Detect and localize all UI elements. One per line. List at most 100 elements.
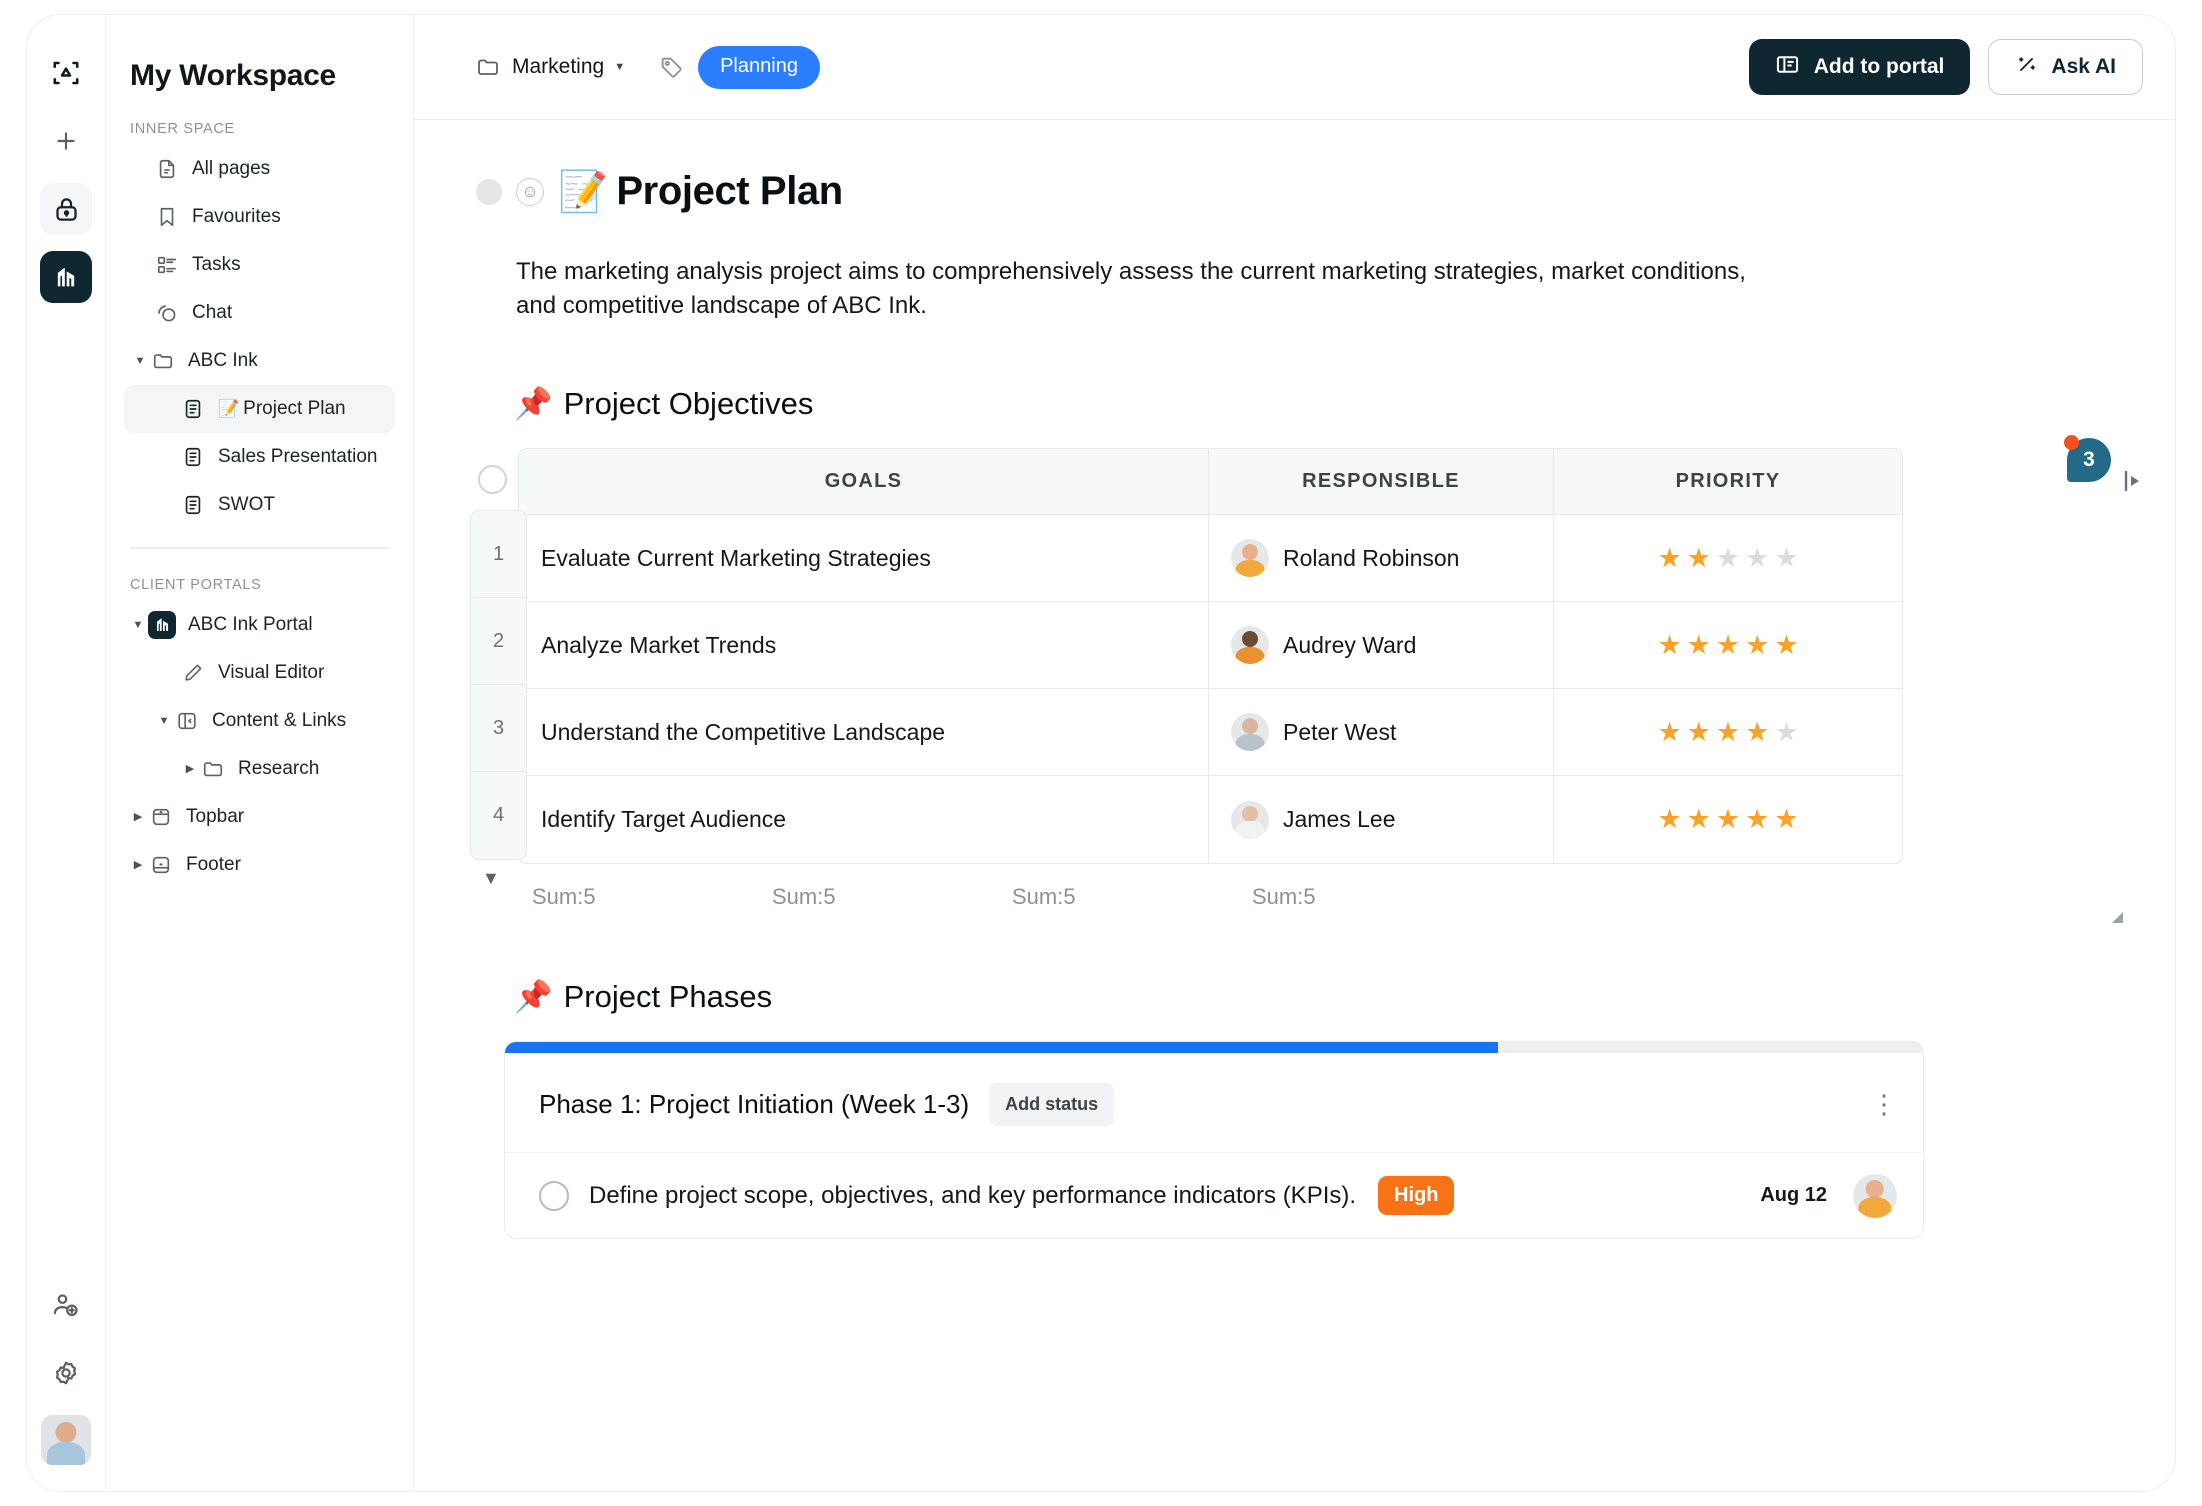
- cell-responsible[interactable]: James Lee: [1209, 776, 1554, 863]
- avatar[interactable]: [1853, 1174, 1897, 1218]
- cell-priority[interactable]: ★★★★★: [1554, 602, 1902, 689]
- cell-goal[interactable]: Evaluate Current Marketing Strategies: [519, 515, 1209, 602]
- star-icon[interactable]: ★: [1745, 543, 1769, 574]
- sidebar-item-research[interactable]: ▶ Research: [124, 745, 395, 793]
- star-icon[interactable]: ★: [1774, 543, 1798, 574]
- avatar[interactable]: [41, 1415, 91, 1465]
- star-icon[interactable]: ★: [1657, 804, 1681, 835]
- star-icon[interactable]: ★: [1657, 717, 1681, 748]
- sidebar-item-tasks[interactable]: Tasks: [124, 241, 395, 289]
- star-rating[interactable]: ★★★★★: [1576, 717, 1880, 748]
- cell-priority[interactable]: ★★★★★: [1554, 689, 1902, 776]
- table-row[interactable]: Identify Target Audience James Lee ★★★★★: [519, 776, 1902, 863]
- sidebar-item-abc-ink-portal[interactable]: ▼ ABC Ink Portal: [124, 601, 395, 649]
- cell-responsible[interactable]: Audrey Ward: [1209, 602, 1554, 689]
- star-icon[interactable]: ★: [1716, 630, 1740, 661]
- sidebar-item-abc-ink[interactable]: ▼ ABC Ink: [124, 337, 395, 385]
- row-number[interactable]: 1: [471, 511, 526, 598]
- summary-cell[interactable]: Sum:5: [532, 884, 772, 910]
- star-icon[interactable]: ★: [1745, 630, 1769, 661]
- star-icon[interactable]: ★: [1687, 630, 1711, 661]
- star-icon[interactable]: ★: [1657, 543, 1681, 574]
- emoji-picker-icon[interactable]: ☺: [516, 178, 544, 206]
- more-options-icon[interactable]: ⋮: [1871, 1099, 1897, 1111]
- table-row[interactable]: Evaluate Current Marketing Strategies Ro…: [519, 515, 1902, 602]
- star-icon[interactable]: ★: [1774, 717, 1798, 748]
- sidebar-item-content-links[interactable]: ▼ Content & Links: [124, 697, 395, 745]
- chevron-down-icon[interactable]: ▼: [130, 355, 150, 367]
- doc-icon: [180, 444, 206, 470]
- priority-chip[interactable]: High: [1378, 1176, 1454, 1215]
- chevron-down-icon[interactable]: ▼: [154, 715, 174, 727]
- add-column-icon[interactable]: [2123, 468, 2145, 494]
- add-icon[interactable]: [40, 115, 92, 167]
- ask-ai-button[interactable]: Ask AI: [1988, 39, 2143, 95]
- column-header-goals[interactable]: GOALS: [519, 449, 1209, 515]
- panel-icon: [174, 708, 200, 734]
- breadcrumb[interactable]: Marketing ▼: [476, 55, 625, 79]
- sidebar-item-swot[interactable]: SWOT: [124, 481, 395, 529]
- cell-responsible[interactable]: Peter West: [1209, 689, 1554, 776]
- task-row[interactable]: Define project scope, objectives, and ke…: [505, 1152, 1923, 1238]
- star-icon[interactable]: ★: [1716, 543, 1740, 574]
- logo-icon[interactable]: [40, 47, 92, 99]
- chevron-down-icon[interactable]: ▼: [614, 61, 625, 73]
- add-status-button[interactable]: Add status: [989, 1083, 1114, 1126]
- star-icon[interactable]: ★: [1774, 630, 1798, 661]
- star-icon[interactable]: ★: [1687, 717, 1711, 748]
- star-icon[interactable]: ★: [1774, 804, 1798, 835]
- summary-cell[interactable]: Sum:5: [1012, 884, 1252, 910]
- chevron-right-icon[interactable]: ▶: [128, 858, 148, 871]
- task-checkbox[interactable]: [539, 1181, 569, 1211]
- star-rating[interactable]: ★★★★★: [1576, 630, 1880, 661]
- lock-icon[interactable]: [40, 183, 92, 235]
- sidebar-item-label: Tasks: [192, 254, 241, 276]
- sidebar-item-visual-editor[interactable]: Visual Editor: [124, 649, 395, 697]
- chevron-down-icon[interactable]: ▼: [128, 619, 148, 631]
- cell-priority[interactable]: ★★★★★: [1554, 515, 1902, 602]
- cell-priority[interactable]: ★★★★★: [1554, 776, 1902, 863]
- gear-icon[interactable]: [40, 1347, 92, 1399]
- sidebar-item-project-plan[interactable]: 📝Project Plan: [124, 385, 395, 433]
- row-number[interactable]: 3: [471, 685, 526, 772]
- row-number[interactable]: 2: [471, 598, 526, 685]
- task-due-date[interactable]: Aug 12: [1760, 1184, 1827, 1207]
- chevron-right-icon[interactable]: ▶: [128, 810, 148, 823]
- cell-goal[interactable]: Identify Target Audience: [519, 776, 1209, 863]
- sidebar-item-topbar[interactable]: ▶ Topbar: [124, 793, 395, 841]
- table-resize-handle[interactable]: [2107, 907, 2127, 932]
- collapse-rows-icon[interactable]: ▼: [482, 868, 500, 889]
- star-icon[interactable]: ★: [1657, 630, 1681, 661]
- sidebar-item-all-pages[interactable]: All pages: [124, 145, 395, 193]
- cell-goal[interactable]: Analyze Market Trends: [519, 602, 1209, 689]
- sidebar-item-favourites[interactable]: Favourites: [124, 193, 395, 241]
- cell-goal[interactable]: Understand the Competitive Landscape: [519, 689, 1209, 776]
- cell-responsible[interactable]: Roland Robinson: [1209, 515, 1554, 602]
- star-icon[interactable]: ★: [1716, 804, 1740, 835]
- client-portals-list: ▼ ABC Ink Portal Visual Editor ▼ Content…: [124, 601, 395, 889]
- summary-cell[interactable]: Sum:5: [1252, 884, 1492, 910]
- column-header-priority[interactable]: PRIORITY: [1554, 449, 1902, 515]
- star-icon[interactable]: ★: [1687, 543, 1711, 574]
- invite-user-icon[interactable]: [40, 1279, 92, 1331]
- star-icon[interactable]: ★: [1716, 717, 1740, 748]
- summary-cell[interactable]: Sum:5: [772, 884, 1012, 910]
- drag-handle-dot[interactable]: [476, 179, 502, 205]
- star-rating[interactable]: ★★★★★: [1576, 804, 1880, 835]
- chevron-right-icon[interactable]: ▶: [180, 762, 200, 775]
- status-badge[interactable]: Planning: [698, 46, 820, 89]
- sidebar-item-sales-presentation[interactable]: Sales Presentation: [124, 433, 395, 481]
- select-all-circle[interactable]: [478, 465, 507, 494]
- table-row[interactable]: Analyze Market Trends Audrey Ward ★★★★★: [519, 602, 1902, 689]
- column-header-responsible[interactable]: RESPONSIBLE: [1209, 449, 1554, 515]
- star-rating[interactable]: ★★★★★: [1576, 543, 1880, 574]
- portal-brand-icon[interactable]: [40, 251, 92, 303]
- star-icon[interactable]: ★: [1687, 804, 1711, 835]
- table-row[interactable]: Understand the Competitive Landscape Pet…: [519, 689, 1902, 776]
- star-icon[interactable]: ★: [1745, 804, 1769, 835]
- star-icon[interactable]: ★: [1745, 717, 1769, 748]
- sidebar-item-chat[interactable]: Chat: [124, 289, 395, 337]
- sidebar-item-footer[interactable]: ▶ Footer: [124, 841, 395, 889]
- row-number[interactable]: 4: [471, 772, 526, 859]
- add-to-portal-button[interactable]: Add to portal: [1749, 39, 1971, 95]
